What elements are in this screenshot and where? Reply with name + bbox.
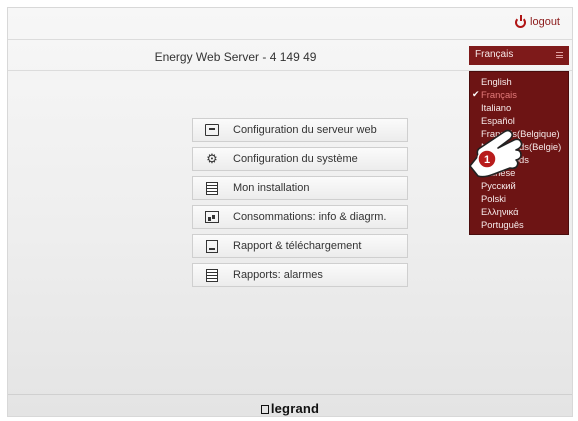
- menu-item-alarm-reports[interactable]: Rapports: alarmes: [192, 263, 408, 287]
- header-divider: [8, 39, 572, 40]
- menu-item-label: Configuration du serveur web: [233, 124, 377, 136]
- language-option[interactable]: Polski: [470, 192, 568, 205]
- menu-item-label: Rapport & téléchargement: [233, 240, 362, 252]
- menu-item-my-installation[interactable]: Mon installation: [192, 176, 408, 200]
- logout-label: logout: [530, 16, 560, 28]
- language-option[interactable]: Ελληνικά: [470, 205, 568, 218]
- menu-item-label: Rapports: alarmes: [233, 269, 323, 281]
- monitor-gear-icon: [203, 121, 221, 139]
- server-title: Energy Web Server - 4 149 49: [154, 50, 317, 64]
- download-report-icon: [203, 237, 221, 255]
- pointer-hand-icon: [469, 129, 523, 178]
- menu-item-consumption[interactable]: Consommations: info & diagrm.: [192, 205, 408, 229]
- menu-item-label: Consommations: info & diagrm.: [233, 211, 387, 223]
- language-option[interactable]: English: [470, 75, 568, 88]
- hamburger-icon: [556, 52, 563, 58]
- menu-item-system-config[interactable]: ⚙ Configuration du système: [192, 147, 408, 171]
- language-select[interactable]: Français: [469, 46, 569, 65]
- check-icon: ✔: [472, 89, 480, 99]
- main-menu: Configuration du serveur web ⚙ Configura…: [192, 118, 408, 292]
- language-option-selected[interactable]: ✔ Français: [470, 88, 568, 101]
- logo-square-icon: [260, 405, 269, 414]
- page: logout Energy Web Server - 4 149 49 Fran…: [7, 7, 573, 417]
- gears-icon: ⚙: [206, 151, 218, 166]
- installation-icon: [203, 179, 221, 197]
- footer-divider: [8, 394, 572, 395]
- callout-hand-pointer: 1: [469, 129, 523, 178]
- power-icon: [515, 14, 527, 28]
- menu-item-label: Mon installation: [233, 182, 310, 194]
- callout-number: 1: [484, 154, 490, 166]
- language-option[interactable]: Italiano: [470, 101, 568, 114]
- brand-name: legrand: [270, 401, 320, 416]
- menu-item-label: Configuration du système: [233, 153, 358, 165]
- chart-icon: [203, 208, 221, 226]
- logout-link[interactable]: logout: [515, 14, 560, 28]
- language-option[interactable]: Português: [470, 218, 568, 231]
- menu-item-web-server-config[interactable]: Configuration du serveur web: [192, 118, 408, 142]
- menu-item-report-download[interactable]: Rapport & téléchargement: [192, 234, 408, 258]
- language-selected-value: Français: [475, 49, 514, 60]
- legrand-logo: legrand: [8, 401, 572, 416]
- alarm-report-icon: [203, 266, 221, 284]
